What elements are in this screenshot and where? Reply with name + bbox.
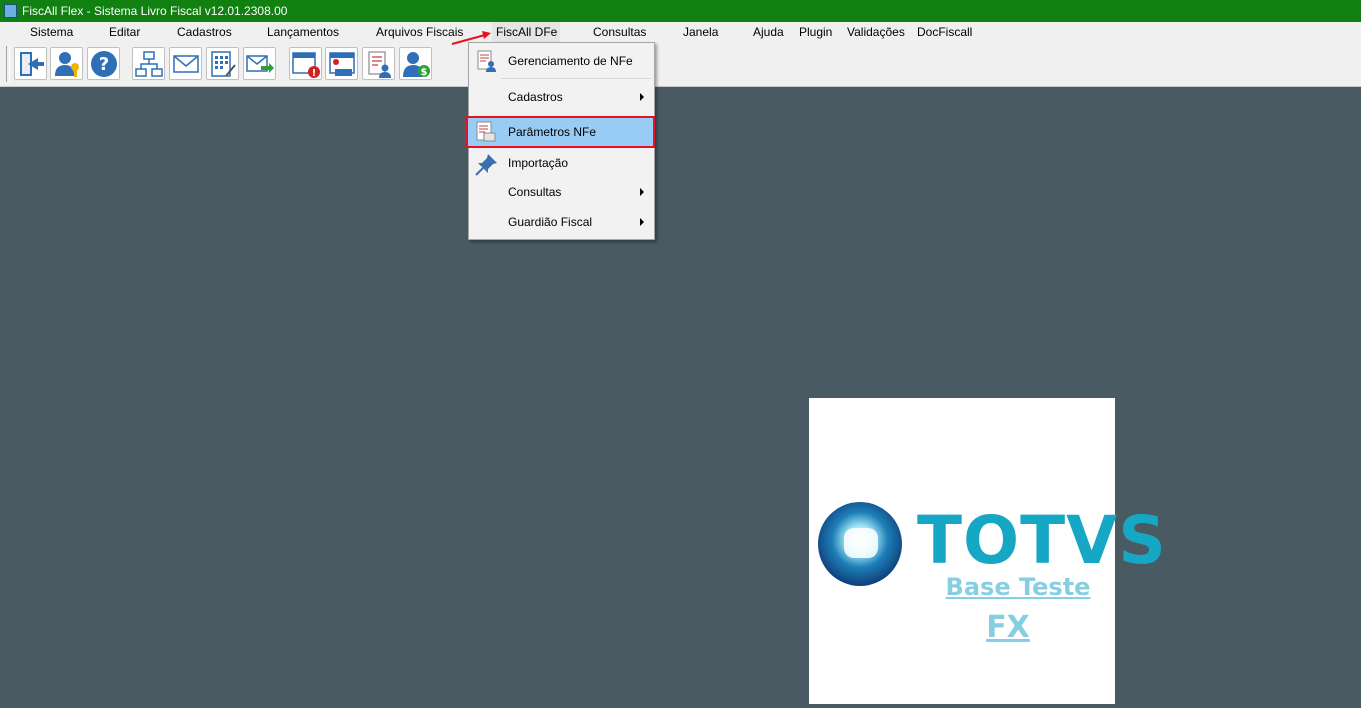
window-title: FiscAll Flex - Sistema Livro Fiscal v12.… <box>22 4 288 18</box>
menu-item-consultas[interactable]: Consultas <box>471 178 652 206</box>
document-user-icon <box>368 51 391 78</box>
submenu-arrow-icon <box>640 188 644 196</box>
menu-item-label: Consultas <box>508 185 562 199</box>
calculator-document-icon <box>211 51 236 77</box>
org-chart-icon <box>135 51 163 77</box>
menu-item-gerenciamento-nfe[interactable]: Gerenciamento de NFe <box>471 47 652 75</box>
menu-editar[interactable]: Editar <box>107 22 142 42</box>
document-user-button[interactable] <box>362 47 395 80</box>
menu-item-parametros-nfe[interactable]: Parâmetros NFe <box>466 116 655 148</box>
document-settings-icon <box>476 121 496 142</box>
menu-consultas[interactable]: Consultas <box>591 22 648 42</box>
title-bar: FiscAll Flex - Sistema Livro Fiscal v12.… <box>0 0 1361 22</box>
menu-lancamentos[interactable]: Lançamentos <box>265 22 341 42</box>
brand-panel: TOTVS Base Teste FX <box>809 398 1166 704</box>
svg-text:$: $ <box>421 67 428 78</box>
icms-button[interactable] <box>325 47 358 80</box>
menu-cadastros[interactable]: Cadastros <box>175 22 234 42</box>
menu-item-importacao[interactable]: Importação <box>471 149 652 177</box>
send-mail-icon <box>246 55 274 73</box>
calculator-button[interactable] <box>206 47 239 80</box>
menu-plugin[interactable]: Plugin <box>797 22 834 42</box>
menu-item-label: Gerenciamento de NFe <box>508 54 633 68</box>
svg-text:!: ! <box>312 68 317 79</box>
menu-item-label: Guardião Fiscal <box>508 215 593 229</box>
pin-icon <box>475 154 497 176</box>
menu-sistema[interactable]: Sistema <box>28 22 75 42</box>
brand-logo-text: TOTVS <box>917 502 1167 579</box>
menu-item-guardiao-fiscal[interactable]: Guardião Fiscal <box>471 208 652 236</box>
org-chart-button[interactable] <box>132 47 165 80</box>
menu-ajuda[interactable]: Ajuda <box>751 22 786 42</box>
envelope-icon <box>173 55 199 73</box>
app-icon <box>4 4 17 18</box>
toolbar-grip[interactable] <box>6 46 10 82</box>
document-user-icon <box>477 50 496 72</box>
user-money-button[interactable]: $ <box>399 47 432 80</box>
user-key-button[interactable] <box>50 47 83 80</box>
menu-janela[interactable]: Janela <box>681 22 720 42</box>
menu-item-label: Importação <box>508 156 569 170</box>
toolbar: ? ! $ <box>0 42 1361 87</box>
menu-item-cadastros[interactable]: Cadastros <box>471 83 652 111</box>
base-code-link[interactable]: FX <box>855 610 1161 645</box>
user-key-icon <box>55 52 79 77</box>
menu-item-label: Parâmetros NFe <box>508 125 597 139</box>
calendar-alert-button[interactable]: ! <box>289 47 322 80</box>
exit-button[interactable] <box>14 47 47 80</box>
submenu-arrow-icon <box>640 218 644 226</box>
menu-separator <box>501 78 651 79</box>
user-money-icon: $ <box>403 52 430 78</box>
menu-fiscall-dfe[interactable]: FiscAll DFe <box>492 22 560 42</box>
menu-validacoes[interactable]: Validações <box>845 22 907 42</box>
mail-button[interactable] <box>169 47 202 80</box>
icms-calendar-icon <box>329 52 355 76</box>
menu-docfiscall[interactable]: DocFiscall <box>915 22 974 42</box>
exit-door-icon <box>20 52 44 76</box>
calendar-alert-icon: ! <box>292 52 320 79</box>
submenu-arrow-icon <box>640 93 644 101</box>
menu-bar: Sistema Editar Cadastros Lançamentos Arq… <box>0 22 1361 42</box>
fiscall-dfe-dropdown: Gerenciamento de NFe Cadastros Parâmetro… <box>466 42 655 240</box>
base-teste-link[interactable]: Base Teste <box>865 573 1171 601</box>
help-question-icon: ? <box>91 51 117 77</box>
send-mail-button[interactable] <box>243 47 276 80</box>
help-button[interactable]: ? <box>87 47 120 80</box>
svg-text:?: ? <box>99 54 109 75</box>
menu-item-label: Cadastros <box>508 90 563 104</box>
